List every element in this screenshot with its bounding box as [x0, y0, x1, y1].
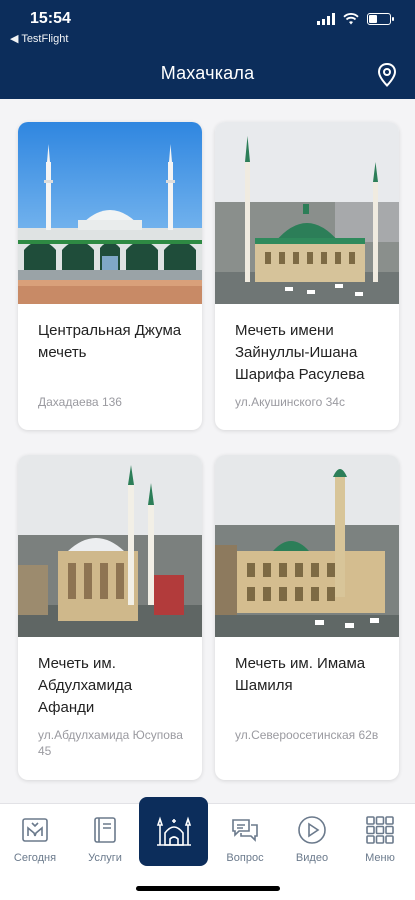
mosque-card[interactable]: Мечеть им. Имама Шамиля ул.Североосетинс… — [215, 455, 399, 780]
hands-prayer-icon — [22, 818, 48, 842]
mosque-photo — [215, 122, 399, 304]
app-header: 15:54 ◀ TestFlight Махачкала — [0, 0, 415, 99]
mosque-icon — [156, 816, 191, 846]
mosque-name: Мечеть им. Имама Шамиля — [235, 655, 366, 694]
mosque-address: ул.Североосетинская 62в — [235, 728, 379, 742]
mosque-name: Центральная Джума мечеть — [38, 322, 182, 361]
book-icon — [94, 817, 116, 843]
page-title: Махачкала — [160, 63, 255, 83]
tab-label: Вопрос — [226, 852, 264, 864]
tab-mosques[interactable] — [139, 797, 208, 866]
signal-icon — [317, 13, 335, 25]
play-icon — [298, 816, 326, 844]
tab-video[interactable]: Видео — [277, 804, 347, 874]
status-icons — [317, 13, 394, 25]
mosque-name: Мечеть имени Зайнуллы-Ишана Шарифа Расул… — [235, 322, 365, 383]
status-time: 15:54 — [30, 10, 71, 27]
mosque-name: Мечеть им. Абдулхамида Афанди — [38, 655, 133, 716]
wifi-icon — [343, 13, 359, 25]
mosque-card[interactable]: Мечеть им. Абдулхамида Афанди ул.Абдулха… — [18, 455, 202, 780]
mosque-card[interactable]: Центральная Джума мечеть Дахадаева 136 — [18, 122, 202, 430]
back-to-testflight-link[interactable]: ◀ TestFlight — [10, 32, 68, 45]
tab-label: Услуги — [88, 852, 122, 864]
mosque-address: ул.Акушинского 34с — [235, 395, 345, 409]
tab-services[interactable]: Услуги — [70, 804, 140, 874]
location-pin-icon[interactable] — [375, 62, 399, 88]
mosque-address: ул.Абдулхамида Юсупова 45 — [38, 728, 183, 758]
mosque-photo — [215, 455, 399, 637]
battery-icon — [367, 13, 394, 25]
mosque-photo — [18, 455, 202, 637]
chat-icon — [232, 819, 258, 842]
mosque-card[interactable]: Мечеть имени Зайнуллы-Ишана Шарифа Расул… — [215, 122, 399, 430]
mosque-photo — [18, 122, 202, 304]
home-indicator[interactable] — [136, 886, 280, 891]
tab-menu[interactable]: Меню — [345, 804, 415, 874]
tab-label: Меню — [365, 852, 395, 864]
grid-menu-icon — [366, 816, 394, 844]
tab-label: Видео — [295, 852, 329, 864]
mosque-address: Дахадаева 136 — [38, 395, 122, 409]
tab-question[interactable]: Вопрос — [210, 804, 280, 874]
tab-label: Сегодня — [13, 852, 57, 864]
tab-today[interactable]: Сегодня — [0, 804, 70, 874]
